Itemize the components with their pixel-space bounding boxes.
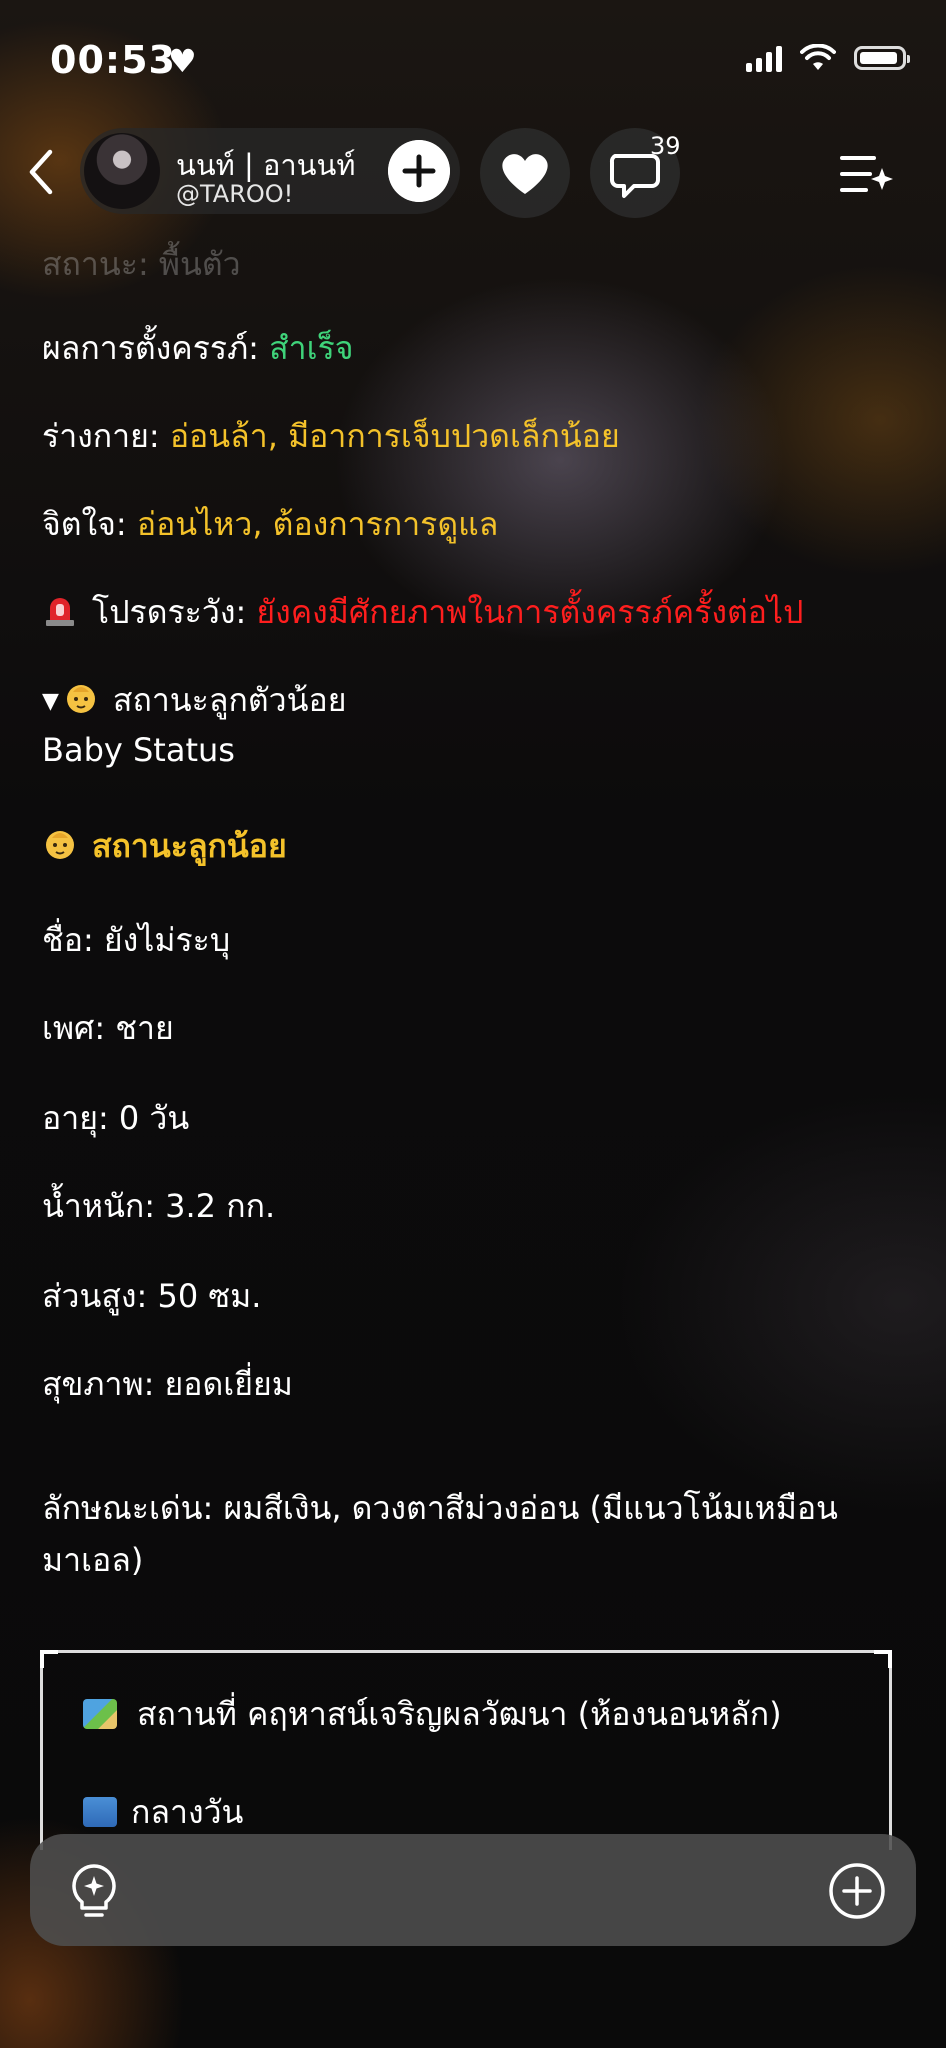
heart-icon [502,154,548,194]
baby-health: สุขภาพ: ยอดเยี่ยม [42,1365,293,1403]
baby-features-line-1: ลักษณะเด่น: ผมสีเงิน, ดวงตาสีม่วงอ่อน (ม… [42,1489,838,1527]
baby-icon [46,831,74,859]
battery-icon [854,46,910,70]
message-input-bar[interactable] [30,1834,916,1946]
mind-status: จิตใจ: อ่อนไหว, ต้องการการดูแล [42,502,498,546]
add-button[interactable] [828,1862,886,1920]
body-label: ร่างกาย: [42,417,170,455]
frame-corner [874,1650,892,1668]
scene-time-text: กลางวัน [131,1793,244,1831]
frame-corner [40,1650,58,1668]
avatar[interactable] [84,133,160,209]
scene-location: สถานที่ คฤหาสน์เจริญผลวัฒนา (ห้องนอนหลัก… [83,1689,782,1740]
baby-gender: เพศ: ชาย [42,1009,174,1047]
scene-location-text: สถานที่ คฤหาสน์เจริญผลวัฒนา (ห้องนอนหลัก… [137,1695,782,1733]
wifi-icon [800,44,836,70]
back-button[interactable] [22,148,62,196]
baby-age: อายุ: 0 วัน [42,1099,190,1137]
baby-weight: น้ำหนัก: 3.2 กก. [42,1187,276,1225]
clock: 00:53 [50,38,176,82]
map-icon [83,1699,117,1729]
comment-count: 39 [650,132,681,160]
heart-glyph: ♥ [168,42,197,80]
mind-label: จิตใจ: [42,505,137,543]
status-bar: 00:53 ♥ [0,0,946,120]
follow-button[interactable] [388,140,450,202]
body-value: อ่อนล้า, มีอาการเจ็บปวดเล็กน้อย [169,417,620,455]
warning-label: โปรดระวัง: [92,593,257,631]
baby-status-toggle[interactable]: ▼ สถานะลูกตัวน้อย [42,678,346,724]
top-bar: นนท์ | อานนท์ @TAROO! [0,120,946,220]
status-icons [746,44,910,72]
menu-button[interactable] [838,148,894,200]
cityscape-icon [83,1797,117,1827]
baby-name: ชื่อ: ยังไม่ระบุ [42,921,231,959]
siren-icon [46,598,74,626]
baby-features-line-2: มาเอล) [42,1541,144,1579]
disclosure-arrow-icon: ▼ [42,689,59,714]
cut-off-status-line: สถานะ: พื้นตัว [42,245,241,283]
baby-height: ส่วนสูง: 50 ซม. [42,1277,262,1315]
cellular-signal-icon [746,44,782,72]
pregnancy-result: ผลการตั้งครรภ์: สำเร็จ [42,326,354,370]
baby-toggle-subtitle: Baby Status [42,731,235,769]
warning-value: ยังคงมีศักยภาพในการตั้งครรภ์ครั้งต่อไป [256,593,804,631]
baby-toggle-title: สถานะลูกตัวน้อย [112,681,347,719]
profile-handle: @TAROO! [176,180,294,208]
scene-info-box: สถานที่ คฤหาสน์เจริญผลวัฒนา (ห้องนอนหลัก… [40,1650,892,1850]
body-status: ร่างกาย: อ่อนล้า, มีอาการเจ็บปวดเล็กน้อย [42,414,620,458]
mind-value: อ่อนไหว, ต้องการการดูแล [136,505,499,543]
baby-heading-text: สถานะลูกน้อย [92,827,287,865]
baby-icon [66,685,95,713]
warning-line: โปรดระวัง: ยังคงมีศักยภาพในการตั้งครรภ์ค… [42,590,803,634]
pregnancy-value: สำเร็จ [269,329,354,367]
pregnancy-label: ผลการตั้งครรภ์: [42,329,270,367]
scene-time: กลางวัน [83,1787,243,1838]
lightbulb-icon[interactable] [66,1862,122,1922]
like-button[interactable] [480,128,570,218]
baby-section-heading: สถานะลูกน้อย [42,824,287,868]
